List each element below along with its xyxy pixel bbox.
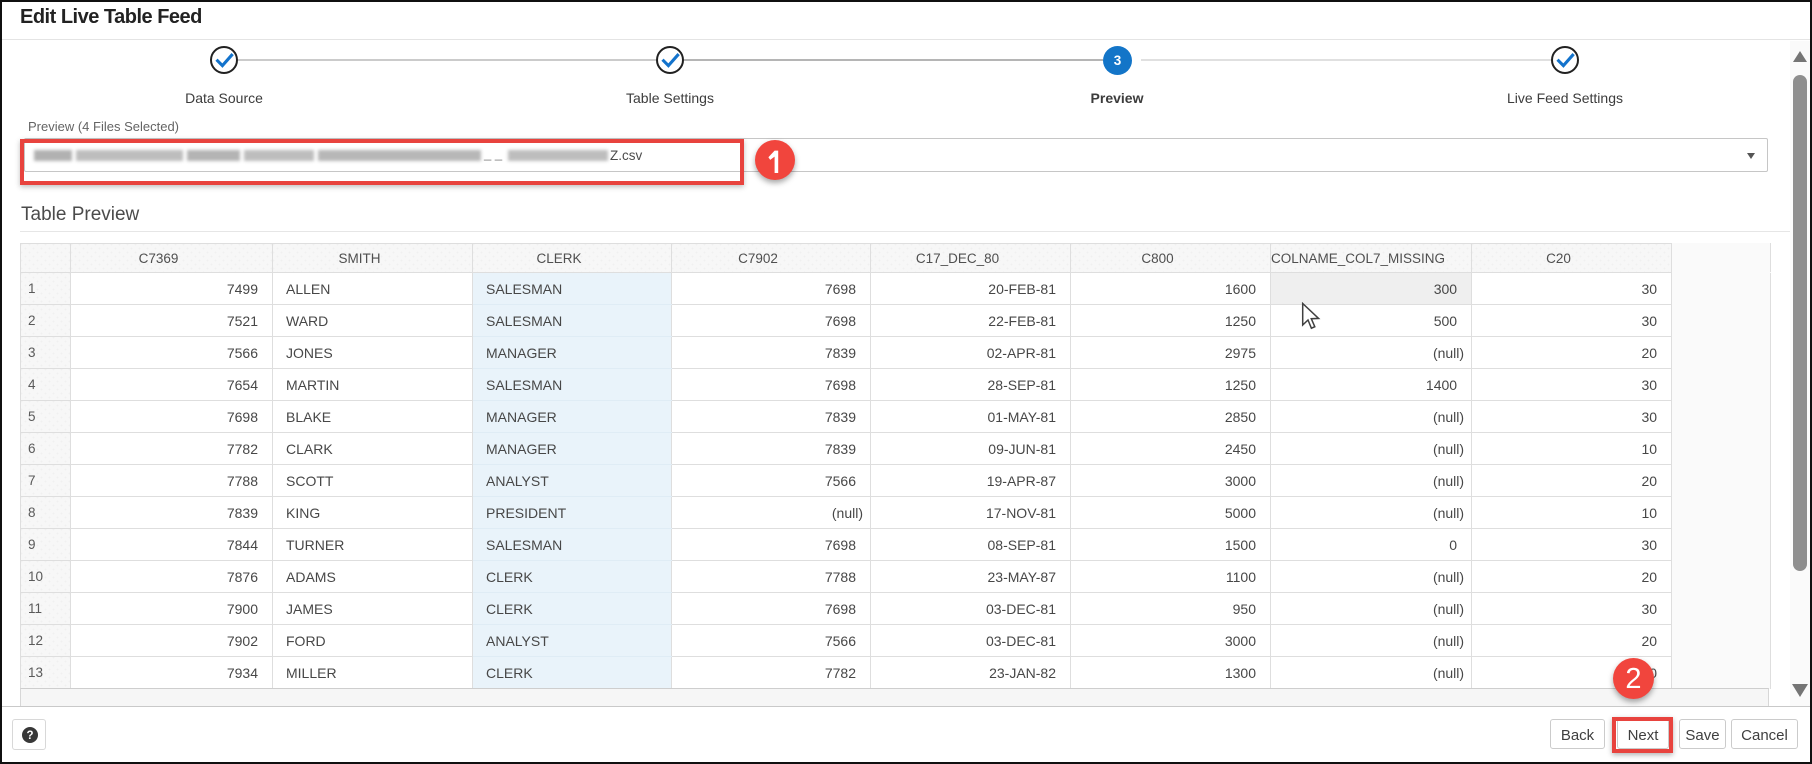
svg-text:?: ? xyxy=(26,730,33,742)
